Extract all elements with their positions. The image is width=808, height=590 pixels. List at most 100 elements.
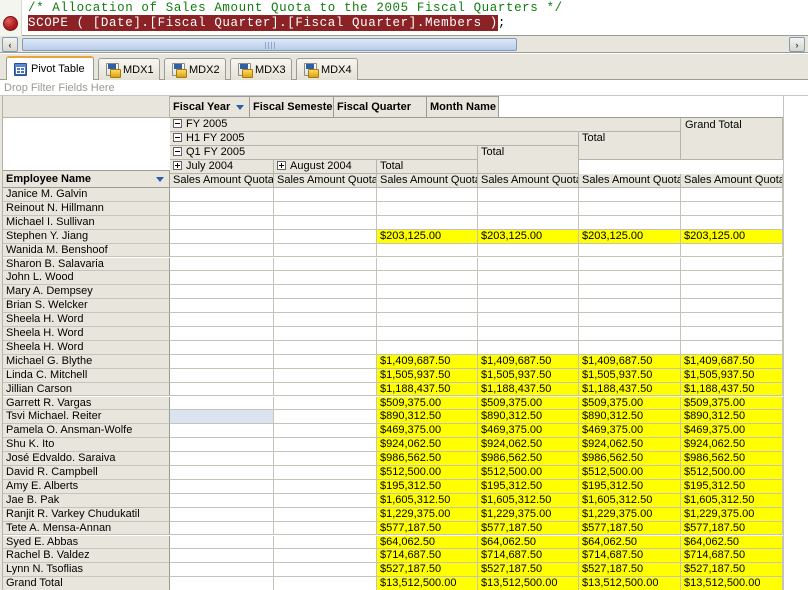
data-cell[interactable]: [579, 271, 681, 285]
data-cell[interactable]: [274, 424, 377, 438]
tab-pivot-table[interactable]: Pivot Table: [6, 56, 94, 80]
data-cell[interactable]: $527,187.50: [377, 563, 478, 577]
data-cell[interactable]: [274, 244, 377, 258]
data-cell[interactable]: [681, 244, 783, 258]
data-cell[interactable]: [274, 258, 377, 272]
data-cell[interactable]: $714,687.50: [377, 549, 478, 563]
data-cell[interactable]: $469,375.00: [579, 424, 681, 438]
row-header-employee[interactable]: Sheela H. Word: [3, 313, 170, 327]
row-header-employee[interactable]: Janice M. Galvin: [3, 188, 170, 202]
data-cell[interactable]: [170, 563, 274, 577]
employee-name-dropdown-icon[interactable]: [156, 177, 164, 182]
data-cell[interactable]: [579, 327, 681, 341]
column-month-header-0[interactable]: July 2004: [170, 160, 274, 174]
data-cell[interactable]: [170, 397, 274, 411]
data-cell[interactable]: $1,505,937.50: [478, 369, 579, 383]
pivot-table-grid[interactable]: Fiscal YearFiscal SemesterFiscal Quarter…: [0, 96, 808, 590]
data-cell[interactable]: $1,505,937.50: [681, 369, 783, 383]
data-cell[interactable]: [274, 299, 377, 313]
data-cell[interactable]: [579, 299, 681, 313]
row-header-employee[interactable]: Rachel B. Valdez: [3, 549, 170, 563]
column-year-header[interactable]: FY 2005: [170, 118, 681, 132]
row-header-employee[interactable]: Pamela O. Ansman-Wolfe: [3, 424, 170, 438]
column-dimension-header-2[interactable]: Fiscal Quarter: [334, 96, 427, 118]
data-cell[interactable]: [478, 313, 579, 327]
row-header-employee[interactable]: David R. Campbell: [3, 466, 170, 480]
row-header-employee[interactable]: Brian S. Welcker: [3, 299, 170, 313]
data-cell[interactable]: [274, 438, 377, 452]
data-cell[interactable]: [579, 216, 681, 230]
row-header-employee[interactable]: Michael I. Sullivan: [3, 216, 170, 230]
data-cell[interactable]: [478, 258, 579, 272]
expand-plus-icon[interactable]: [173, 161, 182, 170]
data-cell[interactable]: $509,375.00: [681, 397, 783, 411]
row-header-employee[interactable]: Ranjit R. Varkey Chudukatil: [3, 508, 170, 522]
data-cell[interactable]: [274, 383, 377, 397]
data-cell[interactable]: $509,375.00: [377, 397, 478, 411]
data-cell[interactable]: [170, 536, 274, 550]
column-month-header-1[interactable]: August 2004: [274, 160, 377, 174]
data-cell[interactable]: $1,188,437.50: [681, 383, 783, 397]
data-cell[interactable]: [478, 327, 579, 341]
data-cell[interactable]: [478, 202, 579, 216]
data-cell[interactable]: [478, 341, 579, 355]
data-cell[interactable]: $509,375.00: [579, 397, 681, 411]
data-cell[interactable]: [274, 397, 377, 411]
row-header-employee[interactable]: Reinout N. Hillmann: [3, 202, 170, 216]
row-header-employee[interactable]: Stephen Y. Jiang: [3, 230, 170, 244]
filter-drop-area[interactable]: Drop Filter Fields Here: [0, 80, 808, 96]
data-cell[interactable]: [274, 341, 377, 355]
data-cell[interactable]: [274, 285, 377, 299]
data-cell[interactable]: $1,229,375.00: [478, 508, 579, 522]
row-header-employee[interactable]: Tete A. Mensa-Annan: [3, 522, 170, 536]
column-dimension-header-1[interactable]: Fiscal Semester: [250, 96, 334, 118]
expand-plus-icon[interactable]: [277, 161, 286, 170]
data-cell[interactable]: [170, 341, 274, 355]
data-cell[interactable]: [478, 285, 579, 299]
column-quarter-header[interactable]: Q1 FY 2005: [170, 146, 478, 160]
data-cell[interactable]: [579, 188, 681, 202]
measure-header-1[interactable]: Sales Amount Quota: [274, 174, 377, 188]
data-cell[interactable]: [170, 438, 274, 452]
data-cell[interactable]: $527,187.50: [681, 563, 783, 577]
data-cell[interactable]: [274, 549, 377, 563]
data-cell[interactable]: $890,312.50: [579, 410, 681, 424]
data-cell[interactable]: $924,062.50: [478, 438, 579, 452]
data-cell[interactable]: [170, 522, 274, 536]
data-cell[interactable]: $1,229,375.00: [579, 508, 681, 522]
data-cell[interactable]: [170, 410, 274, 424]
data-cell[interactable]: $1,188,437.50: [377, 383, 478, 397]
data-cell[interactable]: $512,500.00: [579, 466, 681, 480]
measure-header-2[interactable]: Sales Amount Quota: [377, 174, 478, 188]
data-cell[interactable]: [681, 258, 783, 272]
row-header-employee[interactable]: Lynn N. Tsoflias: [3, 563, 170, 577]
collapse-minus-icon[interactable]: [173, 133, 182, 142]
data-cell[interactable]: [274, 216, 377, 230]
row-header-employee[interactable]: Garrett R. Vargas: [3, 397, 170, 411]
data-cell[interactable]: [170, 258, 274, 272]
data-cell[interactable]: $1,605,312.50: [377, 494, 478, 508]
data-cell[interactable]: $1,188,437.50: [579, 383, 681, 397]
data-cell[interactable]: $64,062.50: [377, 536, 478, 550]
data-cell[interactable]: [579, 313, 681, 327]
data-cell[interactable]: $1,229,375.00: [681, 508, 783, 522]
data-cell[interactable]: $890,312.50: [681, 410, 783, 424]
data-cell[interactable]: [681, 202, 783, 216]
data-cell[interactable]: $469,375.00: [377, 424, 478, 438]
data-cell[interactable]: [274, 522, 377, 536]
data-cell[interactable]: $1,505,937.50: [377, 369, 478, 383]
data-cell[interactable]: [377, 313, 478, 327]
data-cell[interactable]: [377, 285, 478, 299]
row-header-employee[interactable]: Amy E. Alberts: [3, 480, 170, 494]
scroll-left-button[interactable]: ‹: [2, 37, 18, 52]
mdx-scope-line[interactable]: SCOPE ( [Date].[Fiscal Quarter].[Fiscal …: [28, 16, 506, 30]
data-cell[interactable]: [170, 285, 274, 299]
measure-header-0[interactable]: Sales Amount Quota: [170, 174, 274, 188]
data-cell[interactable]: [377, 258, 478, 272]
data-cell[interactable]: $1,188,437.50: [478, 383, 579, 397]
data-cell[interactable]: $890,312.50: [478, 410, 579, 424]
data-cell[interactable]: [377, 202, 478, 216]
data-cell[interactable]: [274, 563, 377, 577]
data-cell[interactable]: $64,062.50: [478, 536, 579, 550]
data-cell[interactable]: $469,375.00: [478, 424, 579, 438]
